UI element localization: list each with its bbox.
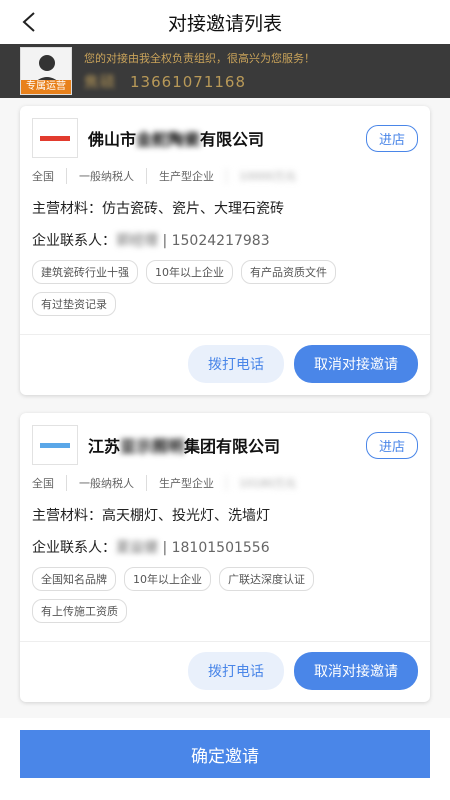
- invitation-list: 佛山市金舵陶瓷有限公司 进店 全国 一般纳税人 生产型企业 10000万元 主营…: [0, 98, 450, 718]
- company-logo: [32, 425, 78, 465]
- tag: 全国知名品牌: [32, 567, 116, 591]
- enter-store-button[interactable]: 进店: [365, 124, 418, 152]
- tag: 广联达深度认证: [219, 567, 314, 591]
- operator-badge: 专属运营: [21, 80, 71, 94]
- meta-tax-type: 一般纳税人: [66, 168, 146, 184]
- materials-row: 主营材料：仿古瓷砖、瓷片、大理石瓷砖: [32, 201, 284, 217]
- logo-mark: [40, 135, 70, 141]
- company-card: 佛山市金舵陶瓷有限公司 进店 全国 一般纳税人 生产型企业 10000万元 主营…: [20, 106, 430, 395]
- company-name: 江苏亚示照明集团有限公司: [88, 437, 281, 456]
- cancel-invitation-button[interactable]: 取消对接邀请: [294, 652, 418, 690]
- operator-phone[interactable]: 13661071168: [130, 73, 246, 91]
- operator-banner: 专属运营 您的对接由我全权负责组织，很高兴为您服务！ 焦硕 13661071168: [0, 44, 450, 98]
- tag-list: 全国知名品牌 10年以上企业 广联达深度认证 有上传施工资质: [32, 567, 418, 631]
- top-bar: 对接邀请列表: [0, 0, 450, 44]
- company-meta: 全国 一般纳税人 生产型企业 10000万元: [32, 168, 418, 184]
- tag: 10年以上企业: [124, 567, 211, 591]
- company-name: 佛山市金舵陶瓷有限公司: [88, 130, 265, 149]
- meta-capital: 10000万元: [226, 168, 308, 184]
- logo-mark: [40, 442, 70, 448]
- meta-tax-type: 一般纳税人: [66, 475, 146, 491]
- meta-region: 全国: [32, 170, 54, 183]
- call-button[interactable]: 拨打电话: [188, 345, 284, 383]
- banner-message: 您的对接由我全权负责组织，很高兴为您服务！: [84, 52, 315, 65]
- materials-row: 主营材料：高天棚灯、投光灯、洗墙灯: [32, 508, 270, 524]
- call-button[interactable]: 拨打电话: [188, 652, 284, 690]
- contact-row: 企业联系人：郭经理 | 15024217983: [32, 233, 270, 249]
- company-meta: 全国 一般纳税人 生产型企业 10180万元: [32, 475, 418, 491]
- meta-capital: 10180万元: [226, 475, 308, 491]
- meta-region: 全国: [32, 477, 54, 490]
- tag: 有过垫资记录: [32, 292, 116, 316]
- company-card: 江苏亚示照明集团有限公司 进店 全国 一般纳税人 生产型企业 10180万元 主…: [20, 413, 430, 702]
- contact-row: 企业联系人：夏益健 | 18101501556: [32, 540, 270, 556]
- back-chevron-icon[interactable]: [14, 6, 44, 38]
- tag: 建筑瓷砖行业十强: [32, 260, 138, 284]
- avatar: 专属运营: [20, 47, 72, 95]
- company-logo: [32, 118, 78, 158]
- cancel-invitation-button[interactable]: 取消对接邀请: [294, 345, 418, 383]
- operator-name: 焦硕: [84, 73, 117, 91]
- tag: 有产品资质文件: [241, 260, 336, 284]
- enter-store-button[interactable]: 进店: [365, 431, 418, 459]
- tag: 有上传施工资质: [32, 599, 127, 623]
- page-title: 对接邀请列表: [167, 12, 282, 35]
- meta-company-type: 生产型企业: [146, 168, 226, 184]
- tag: 10年以上企业: [146, 260, 233, 284]
- confirm-invite-button[interactable]: 确定邀请: [20, 730, 430, 778]
- meta-company-type: 生产型企业: [146, 475, 226, 491]
- tag-list: 建筑瓷砖行业十强 10年以上企业 有产品资质文件 有过垫资记录: [32, 260, 418, 324]
